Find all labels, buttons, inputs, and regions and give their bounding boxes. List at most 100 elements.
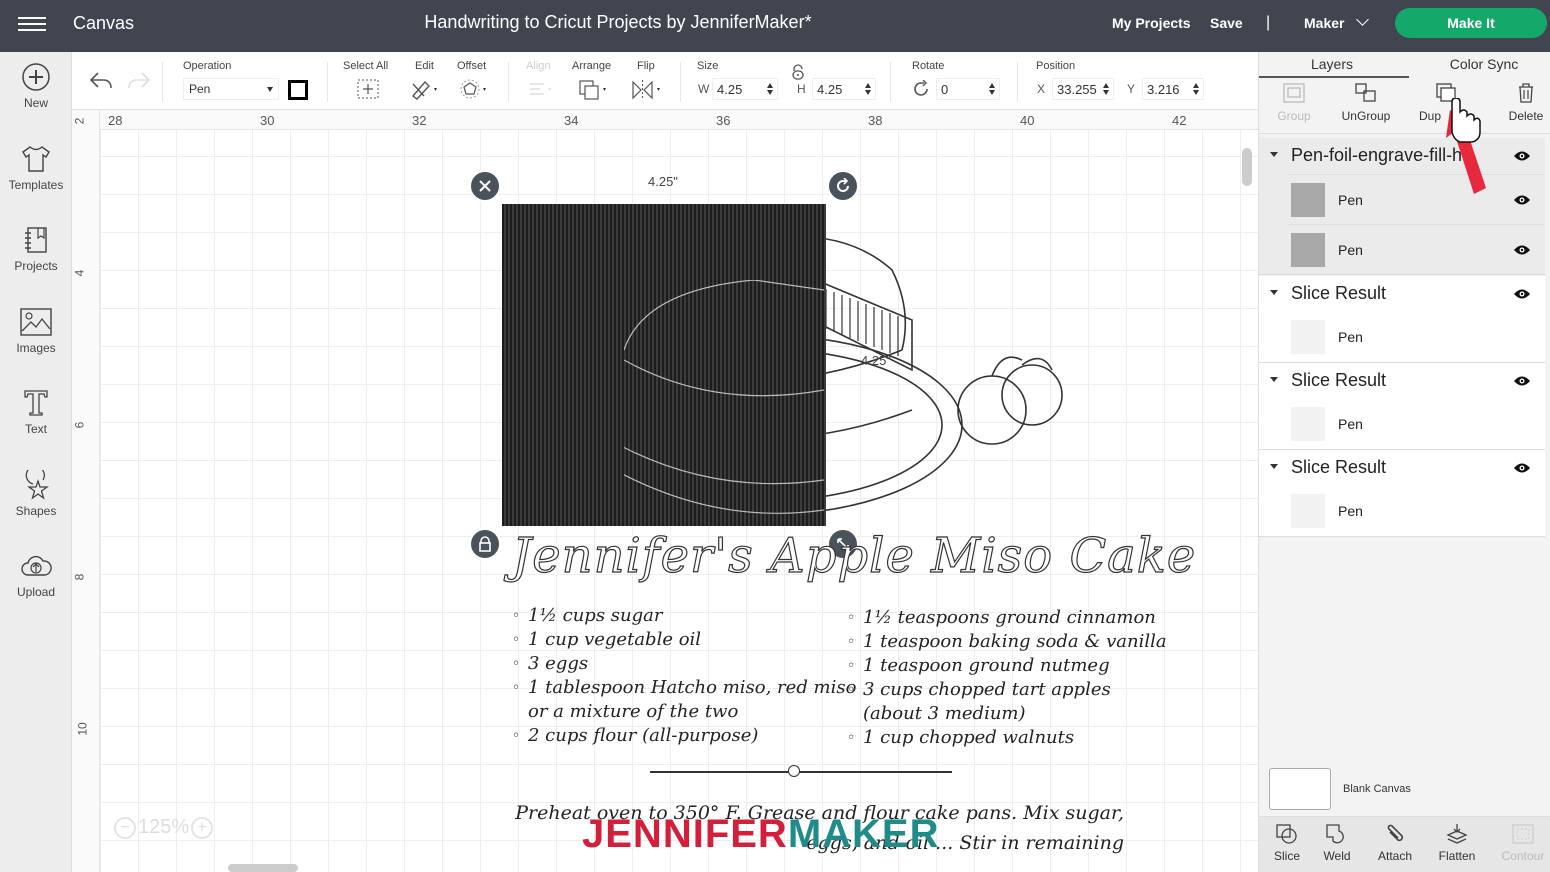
save-button[interactable]: Save [1210,15,1243,31]
layer-group-header[interactable]: Pen-foil-engrave-fill-h... [1259,138,1545,174]
eye-icon[interactable] [1513,194,1531,206]
tab-color-sync[interactable]: Color Sync [1411,56,1550,72]
watermark-part: JENNIFER [582,812,788,856]
sidebar-item-upload[interactable]: Upload [0,541,72,621]
offset-icon[interactable] [458,78,490,100]
zoom-out-button[interactable]: − [114,816,136,839]
operation-label: Slice [1273,849,1300,863]
ingredient-item: 2 cups flour (all-purpose) [512,724,856,748]
ingredient-item: or a mixture of the two [528,701,739,722]
width-dimension-label: 4.25" [648,174,678,189]
stepper-icon[interactable] [1193,83,1199,95]
sidebar-item-new[interactable]: New [0,52,72,132]
height-input[interactable]: 4.25 [812,78,876,100]
operation-select[interactable]: Pen [183,78,279,100]
collapse-caret-icon[interactable] [1270,152,1278,157]
collapse-caret-icon[interactable] [1270,377,1278,382]
edit-toolbar: Operation Pen Select All Edit Offset Ali… [72,52,1258,110]
edit-label: Edit [415,60,434,72]
collapse-caret-icon[interactable] [1270,464,1278,469]
align-label: Align [526,60,551,72]
lock-ratio-icon[interactable] [791,64,805,80]
position-y-input[interactable]: 3.216 [1142,78,1204,100]
undo-icon[interactable] [88,70,114,92]
layer-group[interactable]: Slice Result Pen [1259,363,1545,450]
eye-icon[interactable] [1513,244,1531,256]
layer-group[interactable]: Slice Result Pen [1259,276,1545,363]
layer-row[interactable]: Pen [1287,312,1545,362]
edit-tools-icon[interactable] [410,78,440,100]
sidebar-item-projects[interactable]: Projects [0,215,72,295]
weld-button[interactable]: Weld [1309,823,1365,863]
rotate-input[interactable]: 0 [936,78,1000,100]
ingredient-item: 1½ cups sugar [512,604,856,628]
flatten-button[interactable]: Flatten [1429,823,1485,863]
layer-row[interactable]: Pen [1287,224,1545,274]
design-canvas[interactable]: 28 30 32 34 36 38 40 42 2 4 6 8 10 4.25"… [72,110,1258,872]
contour-button[interactable]: Contour [1495,823,1550,863]
layer-group[interactable]: Slice Result Pen [1259,450,1545,537]
sidebar-item-shapes[interactable]: Shapes [0,460,72,540]
tshirt-icon [22,146,50,172]
horizontal-scrollbar[interactable] [228,864,298,872]
plus-circle-icon [22,63,50,91]
close-icon [479,180,491,192]
slice-button[interactable]: Slice [1259,823,1315,863]
rotate-handle[interactable] [827,170,859,202]
my-projects-link[interactable]: My Projects [1112,15,1191,31]
eye-icon[interactable] [1513,150,1531,162]
action-label: UnGroup [1341,109,1391,123]
ruler-horizontal: 28 30 32 34 36 38 40 42 [72,110,1258,130]
layer-group-header[interactable]: Slice Result [1259,450,1545,486]
layer-thumbnail [1291,320,1325,354]
sidebar-item-templates[interactable]: Templates [0,134,72,214]
attach-button[interactable]: Attach [1367,823,1423,863]
select-all-icon[interactable] [356,78,380,100]
eye-icon[interactable] [1513,462,1531,474]
flip-icon[interactable] [630,78,664,102]
ungroup-button[interactable]: UnGroup [1331,82,1401,123]
stepper-icon[interactable] [989,83,995,95]
lock-handle[interactable] [469,528,501,560]
layer-actions: Group UnGroup Dup Delete [1259,78,1550,134]
layer-row[interactable]: Pen [1287,174,1545,224]
collapse-caret-icon[interactable] [1270,290,1278,295]
width-input[interactable]: 4.25 [712,78,778,100]
arrange-icon[interactable] [578,78,610,102]
watermark-part: MAKER [787,812,940,856]
sidebar-item-images[interactable]: Images [0,297,72,377]
weld-icon [1326,824,1344,844]
width-value: 4.25 [717,82,743,97]
pen-color-swatch[interactable] [288,80,308,100]
machine-select[interactable]: Maker [1304,13,1370,31]
flip-label: Flip [637,60,655,72]
redo-icon[interactable] [126,70,152,92]
recipe-divider [650,771,952,773]
blank-canvas-swatch[interactable] [1269,768,1331,810]
stepper-icon[interactable] [1103,83,1109,95]
stepper-icon[interactable] [865,83,871,95]
layer-group-header[interactable]: Slice Result [1259,363,1545,399]
ruler-tick-label: 38 [868,113,883,128]
position-x-input[interactable]: 33.255 [1052,78,1114,100]
sidebar-item-text[interactable]: Text [0,378,72,458]
position-label: Position [1036,60,1076,72]
tab-layers[interactable]: Layers [1259,56,1405,72]
layer-group-header[interactable]: Slice Result [1259,276,1545,312]
group-button[interactable]: Group [1259,82,1329,123]
layer-group[interactable]: Pen-foil-engrave-fill-h... Pen Pen [1259,138,1545,275]
eye-icon[interactable] [1513,288,1531,300]
toolbar-divider [1017,62,1018,102]
layer-row[interactable]: Pen [1287,399,1545,449]
eye-icon[interactable] [1513,375,1531,387]
slice-icon [1276,824,1297,844]
stepper-icon[interactable] [767,83,773,95]
x-prefix: X [1037,82,1046,96]
zoom-in-button[interactable]: + [191,816,214,839]
operation-label: Contour [1501,849,1545,863]
layer-row[interactable]: Pen [1287,486,1545,536]
vertical-scrollbar[interactable] [1242,148,1252,186]
sidebar-label: New [23,96,48,110]
make-it-button[interactable]: Make It [1395,8,1547,38]
delete-handle[interactable] [469,170,501,202]
